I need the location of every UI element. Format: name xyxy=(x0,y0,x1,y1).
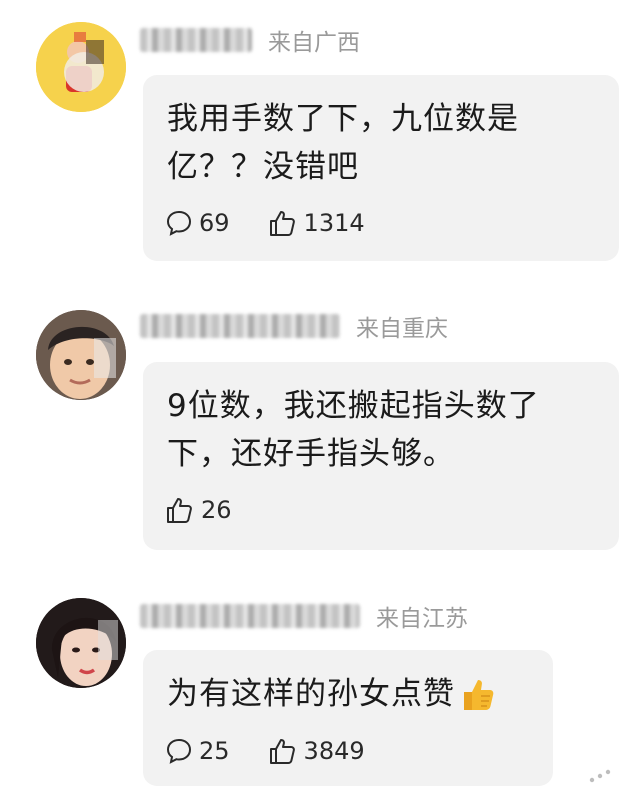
comment-stats: 69 1314 xyxy=(165,208,365,238)
like-count: 26 xyxy=(201,496,232,524)
blurred-username[interactable] xyxy=(140,28,252,52)
comment-item: 来自重庆 9位数，我还搬起指头数了 下，还好手指头够。 26 xyxy=(0,290,640,560)
comment-text-line: 9位数，我还搬起指头数了 xyxy=(167,388,540,424)
like-button[interactable]: 3849 xyxy=(268,736,365,766)
blurred-username[interactable] xyxy=(140,604,360,628)
thumbs-up-icon xyxy=(167,498,192,523)
reply-button[interactable]: 69 xyxy=(165,209,230,237)
comment-header: 来自重庆 xyxy=(140,308,448,344)
avatar[interactable] xyxy=(36,22,126,112)
comment-bubble: 为有这样的孙女点赞 25 3849 xyxy=(143,650,553,786)
like-button[interactable]: 1314 xyxy=(268,208,365,238)
child-photo-avatar-image xyxy=(36,310,126,400)
comment-stats: 25 3849 xyxy=(165,736,365,766)
comment-text: 我用手数了下，九位数是 亿？？没错吧 xyxy=(167,95,599,191)
thumbs-up-icon xyxy=(269,211,295,236)
comment-item: 来自江苏 为有这样的孙女点赞 25 3849 xyxy=(0,578,640,805)
comment-item: 来自广西 我用手数了下，九位数是 亿？？没错吧 69 1314 xyxy=(0,0,640,270)
more-dots-icon[interactable] xyxy=(586,766,614,786)
blurred-username[interactable] xyxy=(140,314,340,338)
comment-text-line: 为有这样的孙女点赞 xyxy=(167,676,455,712)
comment-bubble: 我用手数了下，九位数是 亿？？没错吧 69 1314 xyxy=(143,75,619,261)
cartoon-avatar-image xyxy=(36,22,126,112)
location-label: 来自江苏 xyxy=(376,606,468,632)
speech-bubble-icon xyxy=(166,738,192,764)
comment-header: 来自江苏 xyxy=(140,598,468,634)
reply-count: 69 xyxy=(199,209,230,237)
like-button[interactable]: 26 xyxy=(165,495,232,525)
location-label: 来自广西 xyxy=(268,30,360,56)
avatar[interactable] xyxy=(36,310,126,400)
reply-count: 25 xyxy=(199,737,230,765)
thumbs-up-emoji xyxy=(464,680,494,710)
comment-text-line: 我用手数了下，九位数是 xyxy=(167,101,519,137)
like-count: 1314 xyxy=(303,209,365,237)
woman-photo-avatar-image xyxy=(36,598,126,688)
thumbs-up-icon xyxy=(269,739,295,764)
comment-text: 9位数，我还搬起指头数了 下，还好手指头够。 xyxy=(167,382,599,478)
avatar[interactable] xyxy=(36,598,126,688)
comment-text-line: 亿？？没错吧 xyxy=(167,149,359,185)
comment-text-line: 下，还好手指头够。 xyxy=(167,436,455,472)
speech-bubble-icon xyxy=(166,210,192,236)
like-count: 3849 xyxy=(303,737,365,765)
reply-button[interactable]: 25 xyxy=(165,737,230,765)
location-label: 来自重庆 xyxy=(356,316,448,342)
comment-stats: 26 xyxy=(165,495,232,525)
comment-text: 为有这样的孙女点赞 xyxy=(167,670,533,718)
comment-bubble: 9位数，我还搬起指头数了 下，还好手指头够。 26 xyxy=(143,362,619,550)
comment-header: 来自广西 xyxy=(140,22,360,58)
